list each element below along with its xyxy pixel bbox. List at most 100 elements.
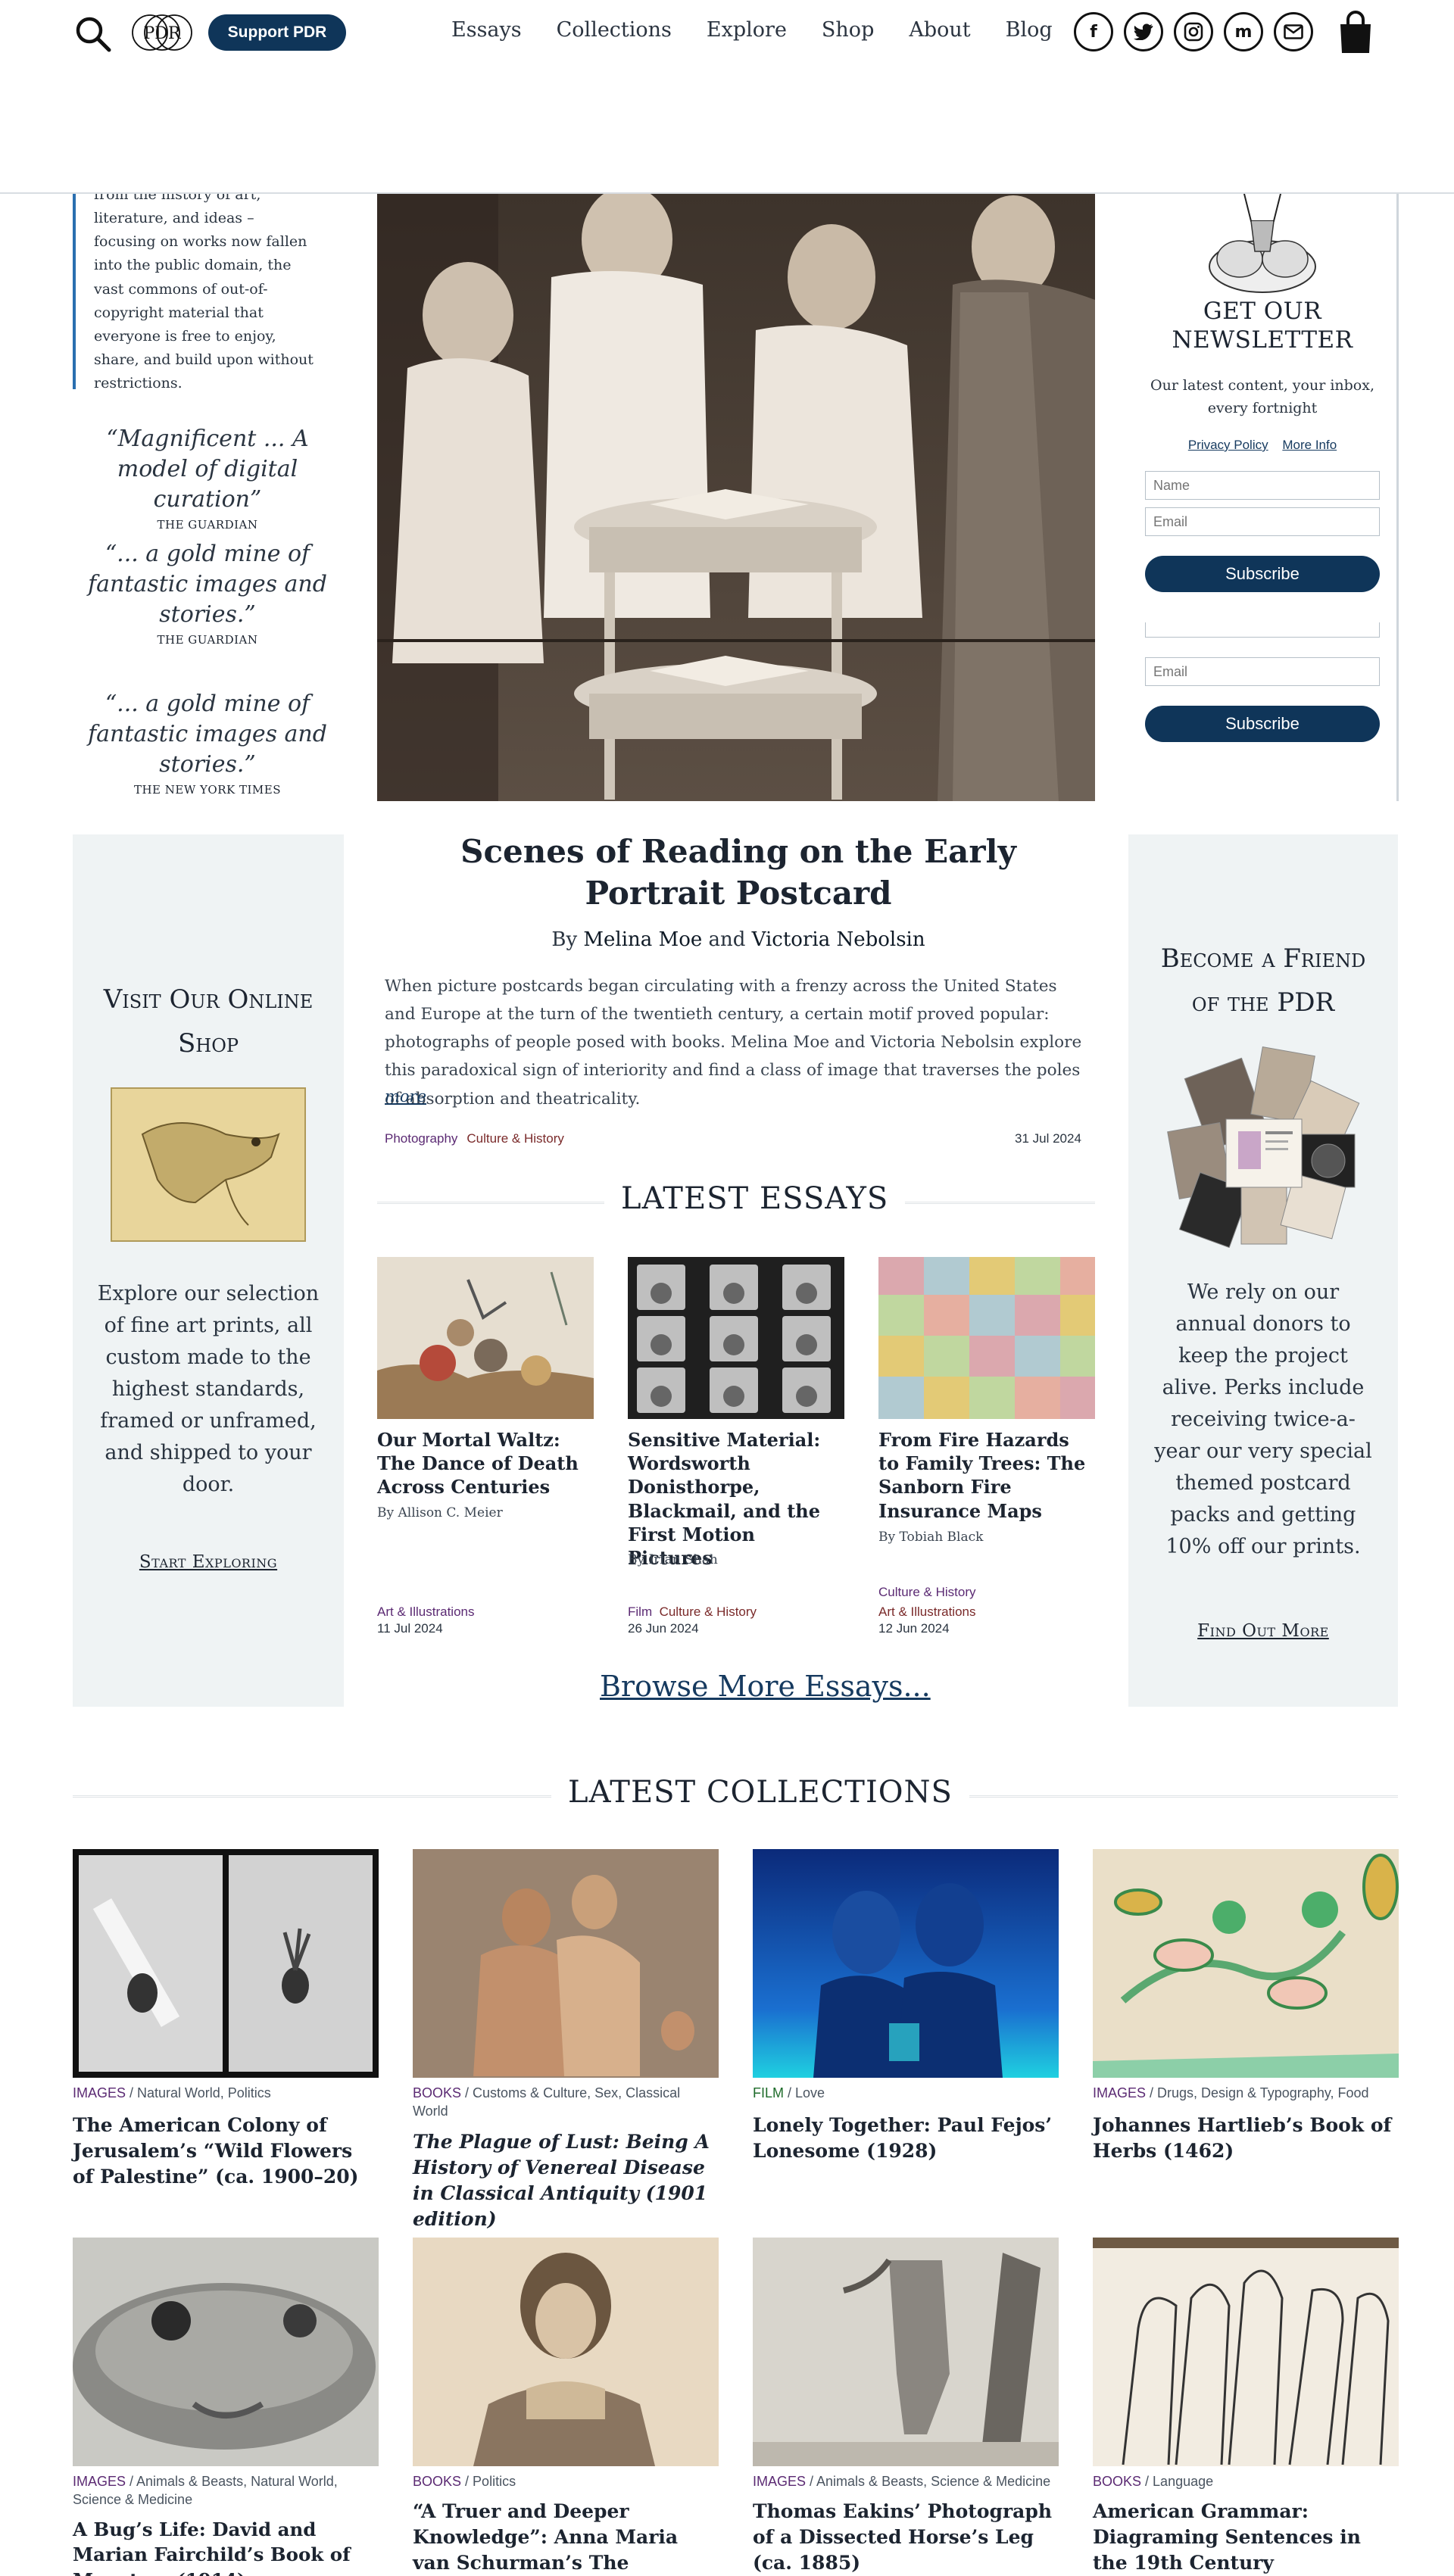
tag-link[interactable]: Art & Illustrations (377, 1605, 475, 1619)
postcard-pack-image[interactable] (1165, 1043, 1361, 1248)
tag-link[interactable]: Culture & History (878, 1583, 976, 1602)
quote-text: “... a gold mine of fantastic images and… (88, 691, 327, 778)
collection-title[interactable]: Thomas Eakins’ Photograph of a Dissected… (753, 2499, 1059, 2576)
newsletter-email-field[interactable] (1145, 507, 1380, 536)
byline-conjunction: and (708, 928, 746, 951)
newsletter-title: GET OUR NEWSLETTER (1172, 298, 1353, 354)
collection-title[interactable]: American Grammar: Diagraming Sentences i… (1093, 2499, 1399, 2576)
featured-essay-excerpt: When picture postcards began circulating… (385, 977, 1082, 1109)
collection-categories[interactable]: / Love (788, 2085, 825, 2100)
privacy-policy-link[interactable]: Privacy Policy (1188, 438, 1268, 452)
email-icon[interactable] (1274, 12, 1313, 51)
collection-thumbnail[interactable] (73, 2238, 379, 2466)
support-button[interactable]: Support PDR (208, 14, 346, 51)
essay-title[interactable]: From Fire Hazards to Family Trees: The S… (878, 1428, 1095, 1523)
essay-author: By Tobiah Black (878, 1530, 984, 1545)
subscribe-button[interactable]: Subscribe (1145, 706, 1380, 742)
collection-thumbnail[interactable] (413, 1849, 719, 2078)
collection-thumbnail[interactable] (413, 2238, 719, 2466)
instagram-icon[interactable] (1174, 12, 1213, 51)
featured-essay-title[interactable]: Scenes of Reading on the Early Portrait … (424, 831, 1053, 914)
collection-type-link[interactable]: BOOKS (1093, 2474, 1141, 2489)
start-exploring-link[interactable]: Start Exploring (73, 1552, 344, 1572)
nav-explore[interactable]: Explore (707, 18, 787, 42)
collection-title[interactable]: The Plague of Lust: Being A History of V… (413, 2129, 719, 2232)
author-link[interactable]: Melina Moe (583, 928, 702, 951)
collection-title[interactable]: The American Colony of Jerusalem’s “Wild… (73, 2113, 379, 2190)
collection-title[interactable]: Lonely Together: Paul Fejos’ Lonesome (1… (753, 2113, 1059, 2164)
author-link[interactable]: Victoria Nebolsin (752, 928, 925, 951)
collection-title[interactable]: A Bug’s Life: David and Marian Fairchild… (73, 2517, 379, 2576)
essay-date: 12 Jun 2024 (878, 1621, 950, 1636)
essay-thumbnail[interactable] (628, 1257, 844, 1419)
more-info-link[interactable]: More Info (1282, 438, 1337, 452)
tag-link[interactable]: Culture & History (660, 1605, 757, 1619)
collection-thumbnail[interactable] (1093, 2238, 1399, 2466)
nav-essays[interactable]: Essays (451, 18, 522, 42)
cart-icon[interactable] (1337, 11, 1374, 55)
collection-categories[interactable]: / Natural World, Politics (129, 2085, 271, 2100)
collection-thumbnail[interactable] (73, 1849, 379, 2078)
collection-title[interactable]: “A Truer and Deeper Knowledge”: Anna Mar… (413, 2499, 719, 2576)
quote-source: THE GUARDIAN (157, 517, 258, 532)
search-icon[interactable] (73, 14, 115, 56)
friend-title: Become a Friend of the PDR (1160, 943, 1366, 1018)
collection-type-link[interactable]: IMAGES (73, 2474, 126, 2489)
essay-tags: Art & Illustrations (377, 1602, 475, 1622)
newsletter-name-field[interactable] (1145, 471, 1380, 500)
quote-text: “... a gold mine of fantastic images and… (88, 541, 327, 628)
collection-thumbnail[interactable] (753, 2238, 1059, 2466)
essay-title[interactable]: Our Mortal Waltz: The Dance of Death Acr… (377, 1428, 594, 1499)
collection-category: IMAGES / Natural World, Politics (73, 2084, 379, 2102)
collection-title[interactable]: Johannes Hartlieb’s Book of Herbs (1462) (1093, 2113, 1399, 2164)
read-more-link[interactable]: more (385, 1087, 426, 1106)
nav-collections[interactable]: Collections (557, 18, 672, 42)
collection-type-link[interactable]: FILM (753, 2085, 784, 2100)
essay-thumbnail[interactable] (878, 1257, 1095, 1419)
facebook-icon[interactable]: f (1074, 12, 1113, 51)
tag-link[interactable]: Photography (385, 1131, 457, 1146)
find-out-more-link[interactable]: Find Out More (1128, 1621, 1398, 1641)
quote-source: THE GUARDIAN (157, 632, 258, 647)
collection-category: IMAGES / Drugs, Design & Typography, Foo… (1093, 2084, 1399, 2102)
collection-categories[interactable]: / Politics (465, 2474, 516, 2489)
svg-text:PDR: PDR (143, 24, 181, 43)
nav-blog[interactable]: Blog (1006, 18, 1053, 42)
press-quote: “... a gold mine of fantastic images and… (71, 689, 344, 797)
collection-thumbnail[interactable] (1093, 1849, 1399, 2078)
collection-type-link[interactable]: BOOKS (413, 2474, 461, 2489)
latest-collections-heading: LATEST COLLECTIONS (551, 1775, 969, 1810)
intro-blurb: from the history of art, literature, and… (73, 194, 315, 389)
subscribe-button[interactable]: Subscribe (1145, 556, 1380, 592)
essay-title[interactable]: Sensitive Material: Wordsworth Donisthor… (628, 1428, 844, 1570)
quote-text: “Magnificent ... A model of digital cura… (106, 426, 309, 513)
browse-more-essays-link[interactable]: Browse More Essays... (600, 1670, 931, 1703)
collection-type-link[interactable]: BOOKS (413, 2085, 461, 2100)
twitter-icon[interactable] (1124, 12, 1163, 51)
newsletter-subtitle: Our latest content, your inbox, every fo… (1150, 377, 1374, 417)
essay-date: 26 Jun 2024 (628, 1621, 699, 1636)
shop-promo: Visit Our Online Shop Explore our select… (73, 834, 344, 1707)
collection-categories[interactable]: / Language (1145, 2474, 1213, 2489)
collection-category: IMAGES / Animals & Beasts, Science & Med… (753, 2472, 1059, 2490)
divider (1396, 194, 1399, 801)
shop-map-image[interactable] (111, 1087, 306, 1242)
essay-thumbnail[interactable] (377, 1257, 594, 1419)
mastodon-icon[interactable]: m (1224, 12, 1263, 51)
nav-about[interactable]: About (909, 18, 970, 42)
collection-type-link[interactable]: IMAGES (753, 2474, 806, 2489)
collection-categories[interactable]: / Animals & Beasts, Science & Medicine (810, 2474, 1050, 2489)
site-header: PDR Support PDR Essays Collections Explo… (0, 0, 1454, 194)
newsletter-email-field[interactable] (1145, 657, 1380, 686)
collection-type-link[interactable]: IMAGES (73, 2085, 126, 2100)
collection-type-link[interactable]: IMAGES (1093, 2085, 1146, 2100)
nav-shop[interactable]: Shop (822, 18, 874, 42)
site-logo[interactable]: PDR (130, 11, 194, 55)
tag-link[interactable]: Culture & History (466, 1131, 563, 1146)
featured-essay-image[interactable] (377, 194, 1095, 801)
collection-categories[interactable]: / Drugs, Design & Typography, Food (1150, 2085, 1369, 2100)
intro-text: from the history of art, literature, and… (94, 194, 314, 389)
tag-link[interactable]: Film (628, 1605, 652, 1619)
collection-thumbnail[interactable] (753, 1849, 1059, 2078)
tag-link[interactable]: Art & Illustrations (878, 1602, 976, 1622)
